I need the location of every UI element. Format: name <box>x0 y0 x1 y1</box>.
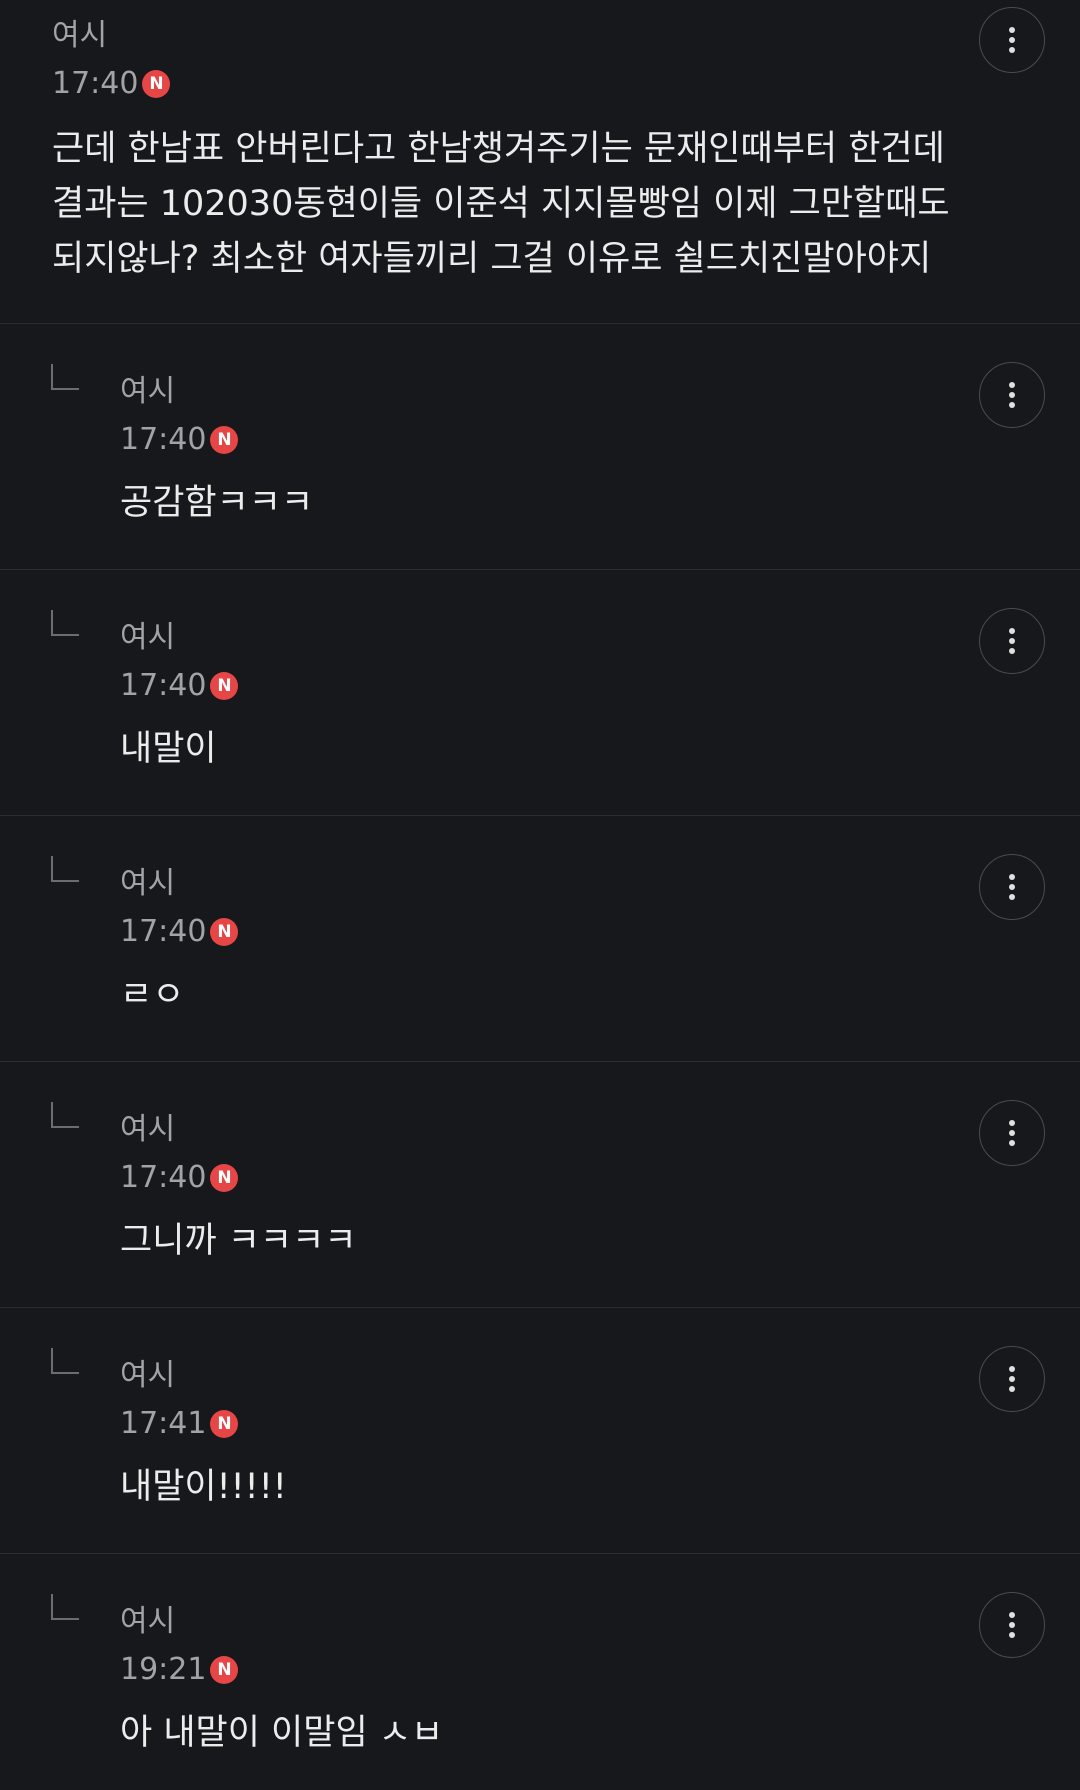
reply-arrow-icon <box>51 1348 79 1374</box>
more-options-button[interactable] <box>979 7 1045 73</box>
more-vertical-icon <box>1009 874 1015 900</box>
reply-meta: 17:40 N <box>120 422 239 458</box>
reply-meta: 17:40 N <box>120 914 239 950</box>
reply-item: 여시 17:40 N 그니까 ㅋㅋㅋㅋ <box>0 1062 1080 1308</box>
more-options-button[interactable] <box>979 1100 1045 1166</box>
new-badge-icon: N <box>210 1164 239 1192</box>
more-vertical-icon <box>1009 382 1015 408</box>
reply-time: 17:41 <box>120 1406 207 1441</box>
reply-time: 17:40 <box>120 422 207 457</box>
more-options-button[interactable] <box>979 854 1045 920</box>
more-options-button[interactable] <box>979 608 1045 674</box>
reply-text: 그니까 ㅋㅋㅋㅋ <box>120 1221 357 1261</box>
reply-author: 여시 <box>120 374 176 409</box>
reply-arrow-icon <box>51 1594 79 1620</box>
more-options-button[interactable] <box>979 362 1045 428</box>
reply-arrow-icon <box>51 1102 79 1128</box>
reply-author: 여시 <box>120 1358 176 1393</box>
reply-author: 여시 <box>120 1604 176 1639</box>
reply-meta: 17:40 N <box>120 1160 239 1196</box>
new-badge-icon: N <box>210 672 239 700</box>
reply-meta: 19:21 N <box>120 1652 239 1688</box>
reply-time: 17:40 <box>120 1160 207 1195</box>
reply-time: 19:21 <box>120 1652 207 1687</box>
reply-author: 여시 <box>120 866 176 901</box>
reply-item: 여시 17:41 N 내말이!!!!! <box>0 1308 1080 1554</box>
more-options-button[interactable] <box>979 1592 1045 1658</box>
reply-arrow-icon <box>51 364 79 390</box>
reply-author: 여시 <box>120 1112 176 1147</box>
reply-time: 17:40 <box>120 668 207 703</box>
new-badge-icon: N <box>210 918 239 946</box>
more-options-button[interactable] <box>979 1346 1045 1412</box>
reply-meta: 17:41 N <box>120 1406 239 1442</box>
reply-item: 여시 17:40 N 공감함ㅋㅋㅋ <box>0 324 1080 570</box>
new-badge-icon: N <box>210 1656 239 1684</box>
more-vertical-icon <box>1009 27 1015 53</box>
reply-text: 내말이!!!!! <box>120 1467 287 1507</box>
reply-meta: 17:40 N <box>120 668 239 704</box>
reply-item: 여시 17:40 N ㄹㅇ <box>0 816 1080 1062</box>
comment-list: 여시 17:40 N 근데 한남표 안버린다고 한남챙겨주기는 문재인때부터 한… <box>0 0 1080 1790</box>
reply-author: 여시 <box>120 620 176 655</box>
new-badge-icon: N <box>210 426 239 454</box>
reply-item: 여시 19:21 N 아 내말이 이말임 ㅅㅂ <box>0 1554 1080 1790</box>
reply-arrow-icon <box>51 610 79 636</box>
new-badge-icon: N <box>142 70 171 98</box>
reply-item: 여시 17:40 N 내말이 <box>0 570 1080 816</box>
more-vertical-icon <box>1009 628 1015 654</box>
more-vertical-icon <box>1009 1120 1015 1146</box>
reply-arrow-icon <box>51 856 79 882</box>
new-badge-icon: N <box>210 1410 239 1438</box>
comment-time: 17:40 <box>52 66 139 101</box>
reply-time: 17:40 <box>120 914 207 949</box>
comment-author: 여시 <box>52 18 108 53</box>
reply-text: 아 내말이 이말임 ㅅㅂ <box>120 1713 444 1753</box>
reply-text: 내말이 <box>120 729 217 769</box>
comment-meta: 17:40 N <box>52 66 171 102</box>
comment-text: 근데 한남표 안버린다고 한남챙겨주기는 문재인때부터 한건데 결과는 1020… <box>52 129 950 279</box>
more-vertical-icon <box>1009 1612 1015 1638</box>
reply-text: 공감함ㅋㅋㅋ <box>120 483 314 523</box>
comment-item: 여시 17:40 N 근데 한남표 안버린다고 한남챙겨주기는 문재인때부터 한… <box>0 0 1080 324</box>
reply-text: ㄹㅇ <box>120 975 185 1015</box>
more-vertical-icon <box>1009 1366 1015 1392</box>
